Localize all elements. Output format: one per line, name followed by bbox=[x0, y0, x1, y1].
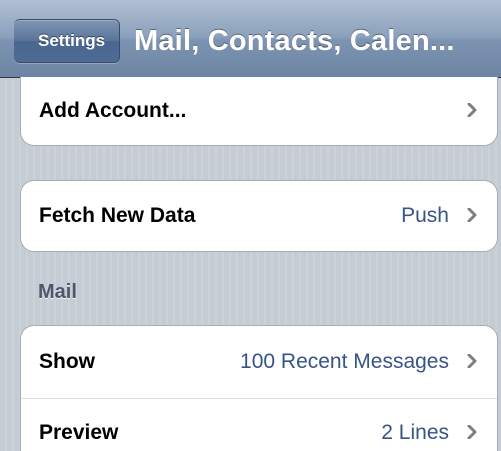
mail-section-header: Mail bbox=[38, 281, 77, 303]
chevron-right-icon bbox=[467, 354, 477, 368]
chevron-right-icon bbox=[467, 208, 477, 222]
show-row[interactable]: Show 100 Recent Messages bbox=[21, 326, 497, 398]
add-account-row[interactable]: Add Account... bbox=[21, 77, 497, 145]
add-account-label: Add Account... bbox=[39, 99, 187, 122]
chevron-right-icon bbox=[467, 424, 477, 439]
show-value: 100 Recent Messages bbox=[240, 350, 449, 373]
fetch-new-data-row[interactable]: Fetch New Data Push bbox=[21, 181, 497, 251]
settings-back-button[interactable]: Settings bbox=[14, 19, 121, 63]
fetch-new-data-label: Fetch New Data bbox=[39, 204, 196, 227]
chevron-right-icon bbox=[467, 103, 477, 117]
navigation-bar: Settings Mail, Contacts, Calen... bbox=[0, 0, 501, 78]
back-button-label: Settings bbox=[38, 31, 106, 50]
preview-label: Preview bbox=[39, 420, 119, 444]
preview-row[interactable]: Preview 2 Lines bbox=[21, 398, 497, 451]
page-title: Mail, Contacts, Calen... bbox=[134, 25, 455, 57]
fetch-new-data-value: Push bbox=[401, 204, 449, 227]
mail-group: Show 100 Recent Messages Preview 2 Lines bbox=[20, 325, 498, 451]
accounts-group: Add Account... bbox=[20, 77, 498, 146]
preview-value: 2 Lines bbox=[381, 420, 449, 444]
fetch-group: Fetch New Data Push bbox=[20, 180, 498, 252]
show-label: Show bbox=[39, 350, 95, 373]
